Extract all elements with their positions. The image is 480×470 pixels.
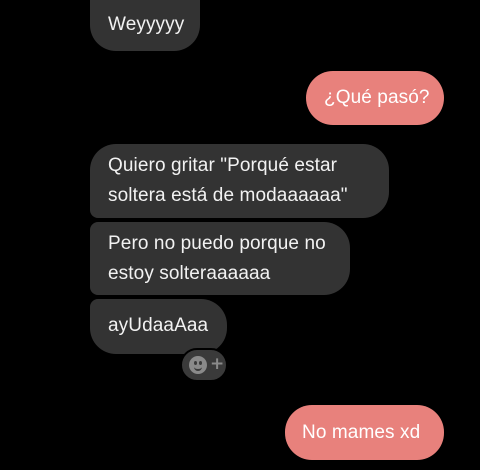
smiley-icon xyxy=(189,356,207,374)
message-bubble-outgoing[interactable]: No mames xd xyxy=(285,405,444,460)
message-text: soltera está de modaaaaaa" xyxy=(108,185,348,206)
message-bubble-incoming[interactable]: Pero no puedo porque no estoy solteraaaa… xyxy=(90,222,350,295)
message-bubble-incoming[interactable]: Quiero gritar "Porqué estar soltera está… xyxy=(90,144,389,218)
message-bubble-incoming[interactable]: Weyyyyy xyxy=(90,0,200,51)
message-bubble-incoming[interactable]: ayUdaaAaa xyxy=(90,299,227,354)
message-text: Quiero gritar "Porqué estar xyxy=(108,155,338,176)
message-text: ¿Qué pasó? xyxy=(324,87,430,108)
message-text: Pero no puedo porque no xyxy=(108,233,326,254)
message-bubble-outgoing[interactable]: ¿Qué pasó? xyxy=(306,71,444,125)
add-reaction-button[interactable]: + xyxy=(180,348,228,382)
plus-icon: + xyxy=(210,354,225,374)
message-text: ayUdaaAaa xyxy=(108,315,209,336)
message-text: Weyyyyy xyxy=(108,14,185,35)
message-text: No mames xd xyxy=(302,422,421,443)
message-text: estoy solteraaaaaa xyxy=(108,263,271,284)
